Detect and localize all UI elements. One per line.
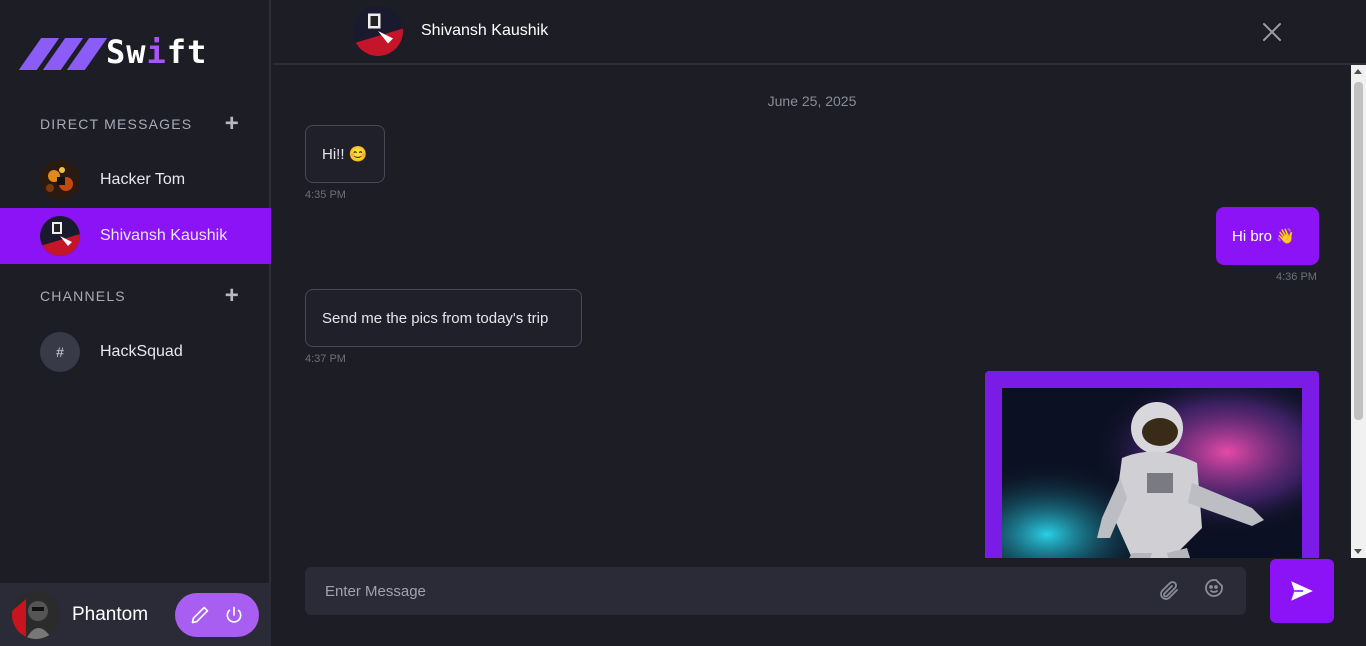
avatar[interactable] — [12, 590, 60, 639]
channels-header: CHANNELS + — [40, 284, 240, 308]
message-time: 4:36 PM — [1276, 271, 1317, 283]
logo-text: Swift — [106, 33, 208, 71]
power-icon — [226, 606, 242, 623]
astronaut-image — [1002, 388, 1302, 558]
sidebar-item-hacker-tom[interactable]: Hacker Tom — [0, 152, 271, 208]
scroll-down-icon[interactable] — [1354, 549, 1362, 554]
app-logo: Swift — [18, 32, 208, 72]
avatar — [40, 160, 80, 200]
add-direct-message-button[interactable]: + — [225, 112, 240, 136]
direct-messages-label: DIRECT MESSAGES — [40, 116, 193, 132]
message-scrollbar[interactable] — [1351, 65, 1366, 558]
sidebar: Swift DIRECT MESSAGES + Hacker Tom Shiva… — [0, 0, 271, 646]
message-bubble: Hi!! 😊 — [305, 125, 385, 183]
channel-name: HackSquad — [100, 343, 183, 360]
message-time: 4:37 PM — [305, 353, 346, 365]
close-icon — [1263, 23, 1281, 41]
scrollbar-thumb[interactable] — [1354, 82, 1363, 420]
message-composer — [305, 567, 1246, 615]
emoji-button[interactable] — [1202, 576, 1226, 600]
profile-actions — [175, 593, 259, 637]
contact-name: Shivansh Kaushik — [100, 227, 228, 244]
avatar — [40, 216, 80, 256]
image-message[interactable] — [985, 371, 1319, 558]
chat-title: Shivansh Kaushik — [421, 22, 549, 39]
attach-button[interactable] — [1157, 579, 1181, 603]
sidebar-item-hacksquad[interactable]: # HackSquad — [0, 324, 271, 380]
date-separator: June 25, 2025 — [767, 93, 857, 109]
emoji-icon — [1205, 579, 1223, 597]
message-list[interactable]: June 25, 2025 Hi!! 😊 4:35 PM Hi bro 👋 4:… — [273, 65, 1351, 558]
message-input[interactable] — [325, 582, 1125, 600]
close-chat-button[interactable] — [1260, 20, 1284, 44]
chat-header: Shivansh Kaushik — [273, 0, 1366, 65]
message-time: 4:35 PM — [305, 189, 346, 201]
pencil-icon — [191, 606, 209, 624]
profile-name: Phantom — [72, 603, 149, 625]
paperclip-icon — [1160, 581, 1178, 600]
chat-avatar — [353, 6, 403, 56]
logout-button[interactable] — [222, 603, 246, 627]
direct-messages-header: DIRECT MESSAGES + — [40, 112, 240, 136]
logo-stripes-icon — [18, 34, 108, 70]
send-icon — [1291, 581, 1313, 601]
add-channel-button[interactable]: + — [225, 284, 240, 308]
sidebar-item-shivansh-kaushik[interactable]: Shivansh Kaushik — [0, 208, 271, 264]
edit-profile-button[interactable] — [188, 603, 212, 627]
send-button[interactable] — [1270, 559, 1334, 623]
channels-label: CHANNELS — [40, 288, 126, 304]
message-bubble: Hi bro 👋 — [1216, 207, 1319, 265]
profile-bar: Phantom — [0, 583, 271, 646]
scroll-up-icon[interactable] — [1354, 69, 1362, 74]
contact-name: Hacker Tom — [100, 171, 186, 188]
hash-icon: # — [40, 332, 80, 372]
message-bubble: Send me the pics from today's trip — [305, 289, 582, 347]
